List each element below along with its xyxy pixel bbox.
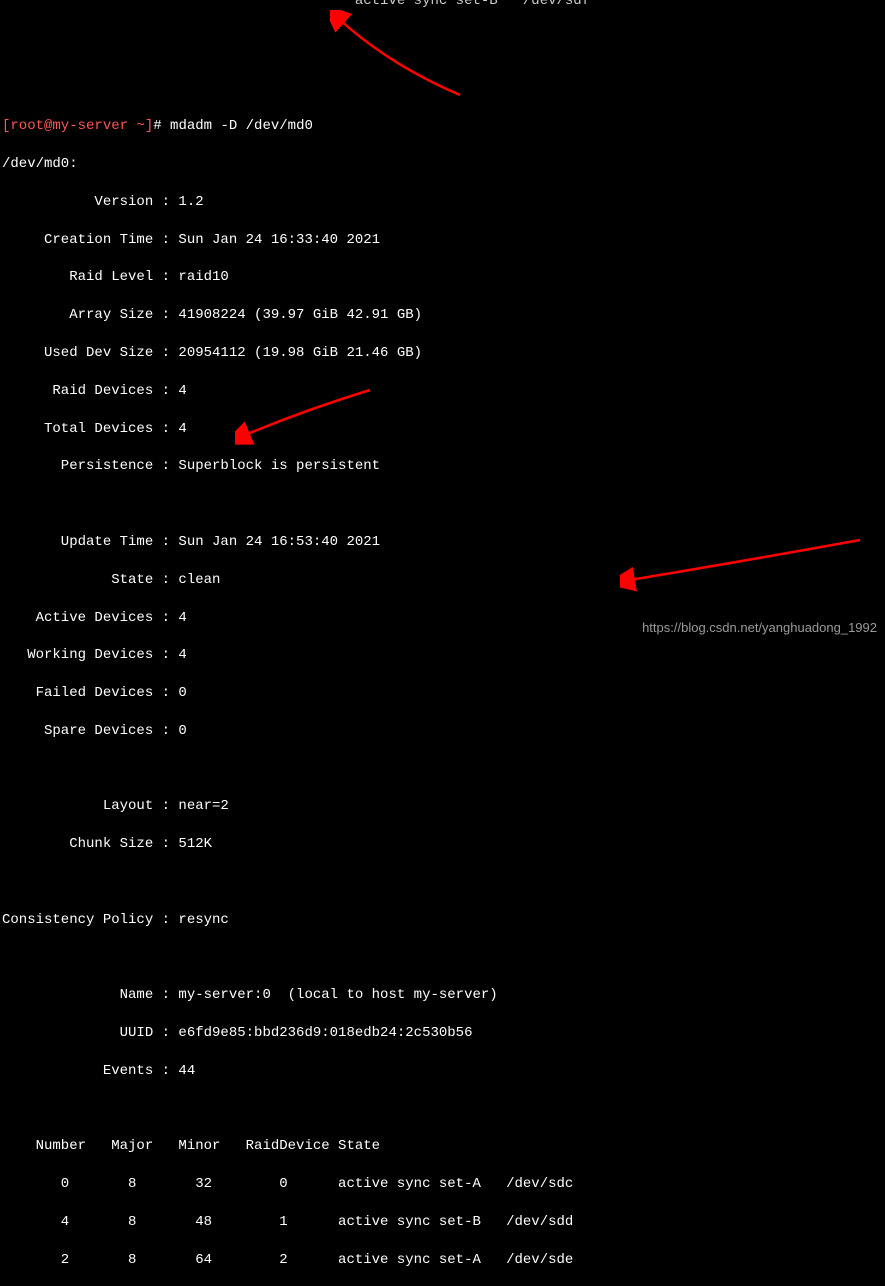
field-spare-devices: Spare Devices : 0 [2,722,883,741]
field-working-devices: Working Devices : 4 [2,646,883,665]
field-raid-devices: Raid Devices : 4 [2,382,883,401]
field-chunk-size: Chunk Size : 512K [2,835,883,854]
field-version: Version : 1.2 [2,193,883,212]
table-row: 4 8 48 1 active sync set-B /dev/sdd [2,1213,883,1232]
prompt-line-1: [root@my-server ~]# mdadm -D /dev/md0 [2,117,883,136]
blank-line-1 [2,495,883,514]
annotation-arrow-icon [330,10,480,110]
field-raid-level: Raid Level : raid10 [2,268,883,287]
table-row: 2 8 64 2 active sync set-A /dev/sde [2,1251,883,1270]
command-text: mdadm -D /dev/md0 [170,118,313,134]
watermark-text: https://blog.csdn.net/yanghuadong_1992 [642,619,877,637]
field-persistence: Persistence : Superblock is persistent [2,457,883,476]
field-state: State : clean [2,571,883,590]
prompt-user-host: [root@my-server ~] [2,118,153,134]
field-uuid: UUID : e6fd9e85:bbd236d9:018edb24:2c530b… [2,1024,883,1043]
field-total-devices: Total Devices : 4 [2,420,883,439]
blank-line-4 [2,949,883,968]
blank-line-2 [2,760,883,779]
blank-line-5 [2,1100,883,1119]
field-failed-devices: Failed Devices : 0 [2,684,883,703]
partial-previous-output: active sync set-B /dev/sdf [2,0,590,11]
field-creation-time: Creation Time : Sun Jan 24 16:33:40 2021 [2,231,883,250]
field-used-dev-size: Used Dev Size : 20954112 (19.98 GiB 21.4… [2,344,883,363]
device-header: /dev/md0: [2,155,883,174]
field-array-size: Array Size : 41908224 (39.97 GiB 42.91 G… [2,306,883,325]
field-update-time: Update Time : Sun Jan 24 16:53:40 2021 [2,533,883,552]
blank-line-3 [2,873,883,892]
table-row: 0 8 32 0 active sync set-A /dev/sdc [2,1175,883,1194]
field-name: Name : my-server:0 (local to host my-ser… [2,986,883,1005]
field-consistency-policy: Consistency Policy : resync [2,911,883,930]
field-layout: Layout : near=2 [2,797,883,816]
field-events: Events : 44 [2,1062,883,1081]
prompt-hash: # [153,118,170,134]
devices-table-header: Number Major Minor RaidDevice State [2,1137,883,1156]
